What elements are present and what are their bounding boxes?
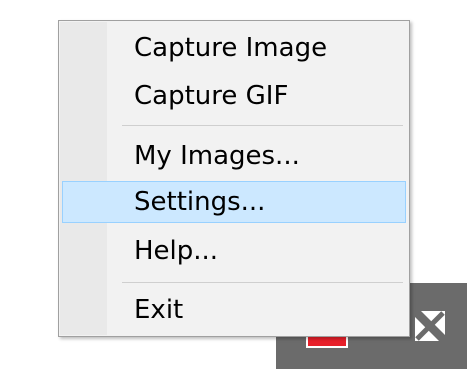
- menu-separator: [122, 125, 403, 126]
- menu-item-capture-image[interactable]: Capture Image: [62, 27, 406, 69]
- menu-item-exit[interactable]: Exit: [62, 289, 406, 331]
- menu-item-capture-gif[interactable]: Capture GIF: [62, 75, 406, 117]
- menu-item-settings[interactable]: Settings...: [62, 181, 406, 223]
- menu-item-label: Exit: [134, 295, 184, 325]
- menu-item-label: Help...: [134, 236, 219, 266]
- menu-item-my-images[interactable]: My Images...: [62, 135, 406, 177]
- menu-item-label: Capture GIF: [134, 81, 289, 111]
- menu-separator: [122, 282, 403, 283]
- menu-item-label: Capture Image: [134, 33, 328, 63]
- menu-item-label: My Images...: [134, 141, 300, 171]
- menu-item-help[interactable]: Help...: [62, 230, 406, 272]
- menu-item-label: Settings...: [134, 187, 266, 217]
- arrow-icon[interactable]: [407, 303, 453, 349]
- context-menu: Capture Image Capture GIF My Images... S…: [58, 20, 410, 337]
